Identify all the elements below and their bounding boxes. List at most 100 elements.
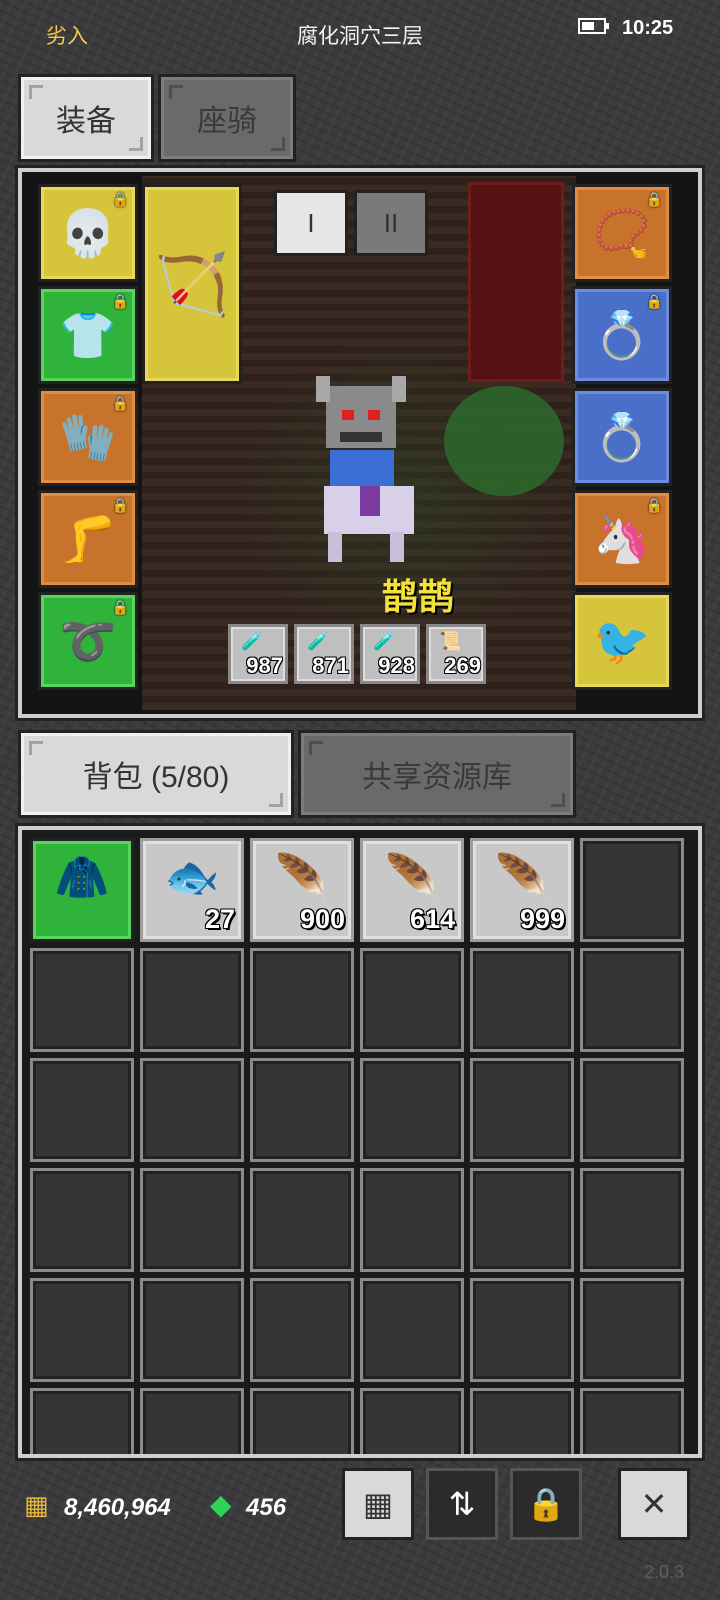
inventory-slot-empty[interactable] bbox=[580, 1278, 684, 1382]
potion-bar: 🧪 987 🧪 871 🧪 928 📜 269 bbox=[228, 624, 486, 684]
potion-slot[interactable]: 📜 269 bbox=[426, 624, 486, 684]
tree-monster-icon[interactable] bbox=[444, 386, 564, 496]
backpack-grid: 🧥 🐟 27 🪶 900 🪶 614 🪶 999 bbox=[15, 823, 705, 1461]
inventory-slot-empty[interactable] bbox=[250, 1278, 354, 1382]
item-quantity: 900 bbox=[299, 904, 345, 934]
character-name: 鹊鹊 bbox=[382, 576, 455, 617]
equipment-slot[interactable]: 🐦 bbox=[572, 592, 672, 690]
sort-icon: ⇅ bbox=[448, 1486, 476, 1522]
red-potion-icon: 🧪 bbox=[241, 631, 264, 651]
inventory-slot-empty[interactable] bbox=[470, 1278, 574, 1382]
lock-icon: 🔒 bbox=[111, 293, 129, 309]
inventory-slot-empty[interactable] bbox=[250, 1168, 354, 1272]
tab-mount[interactable]: 座骑 bbox=[158, 74, 296, 162]
tab-backpack[interactable]: 背包 (5/80) bbox=[18, 730, 294, 818]
equipment-slot[interactable]: 🧤 🔒 bbox=[38, 388, 138, 486]
inventory-item[interactable]: 🐟 27 bbox=[140, 838, 244, 942]
lock-icon: 🔒 bbox=[526, 1486, 566, 1522]
item-quantity: 27 bbox=[204, 904, 235, 934]
inventory-slot-empty[interactable] bbox=[360, 948, 464, 1052]
inventory-slot-empty[interactable] bbox=[580, 1058, 684, 1162]
tab-mount-label: 座骑 bbox=[197, 105, 257, 138]
inventory-item[interactable]: 🪶 999 bbox=[470, 838, 574, 942]
leather-armor-icon: 🧥 bbox=[54, 853, 110, 902]
belt-icon: ➰ bbox=[59, 614, 117, 667]
equipment-slot[interactable]: ➰ 🔒 bbox=[38, 592, 138, 690]
close-button[interactable]: ✕ bbox=[618, 1468, 690, 1540]
potion-slot[interactable]: 🧪 871 bbox=[294, 624, 354, 684]
sort-button[interactable]: ⇅ bbox=[426, 1468, 498, 1540]
scroll-potion-icon: 📜 bbox=[439, 631, 462, 651]
inventory-slot-empty[interactable] bbox=[140, 1278, 244, 1382]
equipment-slot[interactable]: 💍 bbox=[572, 388, 672, 486]
inventory-slot-empty[interactable] bbox=[470, 948, 574, 1052]
inventory-item[interactable]: 🧥 bbox=[30, 838, 134, 942]
inventory-slot-empty[interactable] bbox=[140, 1388, 244, 1454]
mana-potion-icon: 🧪 bbox=[373, 631, 396, 651]
preset-tab-1-label: I bbox=[307, 207, 315, 238]
tab-shared-storage[interactable]: 共享资源库 bbox=[298, 730, 576, 818]
inventory-slot-empty[interactable] bbox=[30, 948, 134, 1052]
inventory-slot-empty[interactable] bbox=[140, 948, 244, 1052]
lock-button[interactable]: 🔒 bbox=[510, 1468, 582, 1540]
inventory-item[interactable]: 🪶 900 bbox=[250, 838, 354, 942]
tab-shared-storage-label: 共享资源库 bbox=[362, 761, 512, 794]
inventory-slot-empty[interactable] bbox=[580, 838, 684, 942]
inventory-slot-empty[interactable] bbox=[140, 1058, 244, 1162]
lock-icon: 🔒 bbox=[111, 497, 129, 513]
equipment-slot[interactable]: 📿 🔒 bbox=[572, 184, 672, 282]
potion-count: 871 bbox=[312, 653, 349, 678]
inventory-slot-empty[interactable] bbox=[470, 1168, 574, 1272]
ruby-amulet-icon: 📿 bbox=[593, 206, 651, 259]
inventory-slot-empty[interactable] bbox=[360, 1388, 464, 1454]
inventory-slot-empty[interactable] bbox=[30, 1058, 134, 1162]
gem-icon: ◆ bbox=[210, 1489, 232, 1520]
inventory-slot-empty[interactable] bbox=[30, 1278, 134, 1382]
chainmail-armor-icon: 👕 bbox=[59, 308, 117, 361]
skull-helmet-icon: 💀 bbox=[59, 206, 117, 259]
preset-tab-1[interactable]: I bbox=[274, 190, 348, 256]
status-bar: 劣入 腐化洞穴三层 10:25 bbox=[0, 0, 720, 66]
tab-equipment[interactable]: 装备 bbox=[18, 74, 154, 162]
weapon-slot[interactable]: 🏹 bbox=[142, 184, 242, 384]
tab-equipment-label: 装备 bbox=[56, 105, 116, 138]
status-time: 10:25 bbox=[622, 17, 674, 39]
inventory-slot-empty[interactable] bbox=[580, 948, 684, 1052]
lock-icon: 🔒 bbox=[645, 497, 663, 513]
inventory-slot-empty[interactable] bbox=[30, 1168, 134, 1272]
inventory-slot-empty[interactable] bbox=[360, 1168, 464, 1272]
equipment-slot[interactable]: 🦄 🔒 bbox=[572, 490, 672, 588]
inventory-slot-empty[interactable] bbox=[470, 1058, 574, 1162]
equipment-panel: 鹊鹊 I II 💀 🔒 👕 🔒 🧤 🔒 🦵 🔒 ➰ 🔒 🏹 📿 🔒 💍 🔒 💍 🦄 🔒 🐦 🧪 987 🧪 871 🧪 9… bbox=[15, 165, 705, 721]
battery-icon bbox=[578, 18, 609, 34]
inventory-item[interactable]: 🪶 614 bbox=[360, 838, 464, 942]
tab-backpack-label: 背包 (5/80) bbox=[82, 761, 230, 794]
grid-view-button[interactable]: ▦ bbox=[342, 1468, 414, 1540]
inventory-slot-empty[interactable] bbox=[360, 1278, 464, 1382]
potion-slot[interactable]: 🧪 928 bbox=[360, 624, 420, 684]
inventory-slot-empty[interactable] bbox=[250, 948, 354, 1052]
inventory-slot-empty[interactable] bbox=[470, 1388, 574, 1454]
potion-slot[interactable]: 🧪 987 bbox=[228, 624, 288, 684]
equipment-slot[interactable]: 💀 🔒 bbox=[38, 184, 138, 282]
inventory-slot-empty[interactable] bbox=[30, 1388, 134, 1454]
inventory-slot-empty[interactable] bbox=[580, 1168, 684, 1272]
item-quantity: 999 bbox=[519, 904, 565, 934]
equipment-slot[interactable]: 🦵 🔒 bbox=[38, 490, 138, 588]
inventory-slot-empty[interactable] bbox=[140, 1168, 244, 1272]
inventory-slot-empty[interactable] bbox=[580, 1388, 684, 1454]
equipment-slot[interactable]: 👕 🔒 bbox=[38, 286, 138, 384]
lock-icon: 🔒 bbox=[645, 293, 663, 309]
inventory-slot-empty[interactable] bbox=[360, 1058, 464, 1162]
character-sprite[interactable] bbox=[304, 376, 424, 566]
greaves-icon: 🦵 bbox=[59, 512, 117, 565]
equipment-slot[interactable]: 💍 🔒 bbox=[572, 286, 672, 384]
item-quantity: 614 bbox=[409, 904, 455, 934]
lock-icon: 🔒 bbox=[645, 191, 663, 207]
inventory-slot-empty[interactable] bbox=[250, 1388, 354, 1454]
preset-tab-2[interactable]: II bbox=[354, 190, 428, 256]
inventory-slot-empty[interactable] bbox=[250, 1058, 354, 1162]
grid-icon: ▦ bbox=[362, 1486, 394, 1522]
potion-count: 928 bbox=[378, 653, 415, 678]
close-icon: ✕ bbox=[640, 1486, 668, 1522]
